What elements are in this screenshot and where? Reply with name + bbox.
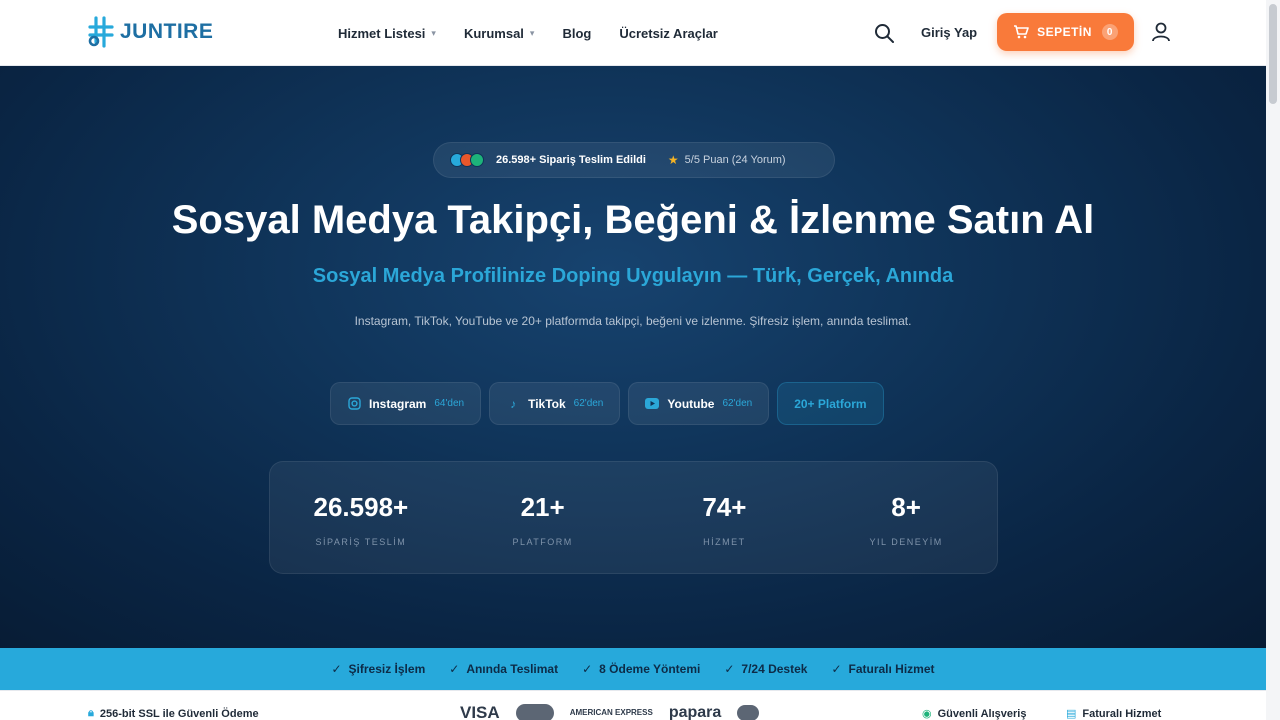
feature-item: ✓ 8 Ödeme Yöntemi bbox=[582, 662, 700, 676]
mastercard-logo bbox=[515, 704, 554, 720]
nav-item-label: Ücretsiz Araçlar bbox=[619, 25, 718, 41]
nav-item-blog[interactable]: Blog bbox=[562, 26, 591, 41]
hero-title: Sosyal Medya Takipçi, Beğeni & İzlenme S… bbox=[171, 198, 1095, 242]
stat-value: 8+ bbox=[891, 492, 921, 522]
platform-button-youtube[interactable]: Youtube 62'den bbox=[628, 382, 770, 425]
hero-section: 26.598+ Sipariş Teslim Edildi ★ 5/5 Puan… bbox=[0, 66, 1266, 648]
platform-count: 62'den bbox=[573, 398, 604, 409]
trust-bar: 🔒︎ 256-bit SSL ile Güvenli Ödeme VISA AM… bbox=[0, 690, 1266, 720]
invoiced-service: ▤ Faturalı Hizmet bbox=[1066, 707, 1161, 720]
platform-count: 62'den bbox=[722, 398, 753, 409]
feature-strip: ✓ Şifresiz İşlem ✓ Anında Teslimat ✓ 8 Ö… bbox=[0, 648, 1266, 690]
feature-item: ✓ Şifresiz İşlem bbox=[331, 662, 425, 676]
platform-count: 64'den bbox=[434, 398, 465, 409]
rating-text: 5/5 Puan (24 Yorum) bbox=[684, 154, 786, 166]
feature-label: Şifresiz İşlem bbox=[348, 662, 426, 676]
instagram-icon bbox=[347, 397, 361, 411]
nav-item-label: Kurumsal bbox=[463, 25, 524, 41]
invoiced-service-text: Faturalı Hizmet bbox=[1082, 707, 1162, 720]
logo[interactable]: JUNTIRE bbox=[86, 16, 213, 48]
feature-label: 7/24 Destek bbox=[741, 662, 808, 676]
secure-shopping-text: Güvenli Alışveriş bbox=[937, 707, 1027, 720]
stat-label: PLATFORM bbox=[512, 537, 573, 547]
main-nav: Hizmet Listesi ▾ Kurumsal ▾ Blog Ücretsi… bbox=[338, 0, 746, 66]
chevron-down-icon: ▾ bbox=[529, 27, 535, 38]
stats-panel: 26.598+ SİPARİŞ TESLİM 21+ PLATFORM 74+ … bbox=[269, 461, 998, 574]
feature-item: ✓ Anında Teslimat bbox=[449, 662, 558, 676]
brand-name: JUNTIRE bbox=[120, 20, 214, 43]
amex-logo: AMERICAN EXPRESS bbox=[569, 708, 653, 717]
nav-item-hizmet-listesi[interactable]: Hizmet Listesi ▾ bbox=[338, 26, 436, 41]
papara-logo: papara bbox=[668, 704, 722, 720]
nav-item-ucretsiz-araclar[interactable]: Ücretsiz Araçlar bbox=[619, 26, 718, 41]
platform-name: TikTok bbox=[528, 396, 566, 411]
payment-logos: VISA AMERICAN EXPRESS papara bbox=[460, 703, 775, 720]
feature-label: Anında Teslimat bbox=[466, 662, 559, 676]
feature-label: Faturalı Hizmet bbox=[848, 662, 935, 676]
star-icon: ★ bbox=[667, 153, 679, 167]
trust-badge: 26.598+ Sipariş Teslim Edildi ★ 5/5 Puan… bbox=[433, 142, 835, 178]
logo-icon bbox=[88, 16, 114, 48]
stat-label: HİZMET bbox=[703, 537, 746, 547]
stat-item: 8+ YIL DENEYİM bbox=[815, 462, 997, 573]
feature-label: 8 Ödeme Yöntemi bbox=[599, 662, 701, 676]
stat-value: 21+ bbox=[520, 492, 565, 522]
platform-dots bbox=[450, 153, 484, 167]
platform-name: Instagram bbox=[369, 396, 427, 411]
document-icon: ▤ bbox=[1066, 708, 1077, 720]
more-platforms-button[interactable]: 20+ Platform bbox=[777, 382, 884, 425]
payment-logo bbox=[737, 705, 760, 720]
orders-delivered-text: 26.598+ Sipariş Teslim Edildi bbox=[496, 154, 646, 166]
stat-value: 26.598+ bbox=[313, 492, 409, 522]
site-header: JUNTIRE Hizmet Listesi ▾ Kurumsal ▾ Blog… bbox=[0, 0, 1266, 66]
shield-icon: ◉ bbox=[922, 708, 932, 720]
visa-logo: VISA bbox=[460, 703, 500, 720]
stat-label: SİPARİŞ TESLİM bbox=[315, 537, 407, 547]
hero-subtitle: Sosyal Medya Profilinize Doping Uygulayı… bbox=[312, 265, 954, 287]
stat-item: 21+ PLATFORM bbox=[452, 462, 634, 573]
login-link[interactable]: Giriş Yap bbox=[921, 25, 977, 40]
check-icon: ✓ bbox=[724, 662, 735, 676]
lock-icon: 🔒︎ bbox=[88, 707, 94, 719]
stat-item: 26.598+ SİPARİŞ TESLİM bbox=[270, 462, 452, 573]
youtube-icon bbox=[645, 397, 660, 411]
check-icon: ✓ bbox=[582, 662, 593, 676]
cart-count-badge: 0 bbox=[1101, 24, 1118, 40]
nav-item-kurumsal[interactable]: Kurumsal ▾ bbox=[464, 26, 535, 41]
cart-label: SEPETİN bbox=[1037, 25, 1092, 39]
stat-value: 74+ bbox=[702, 492, 747, 522]
check-icon: ✓ bbox=[449, 662, 460, 676]
ssl-notice: 🔒︎ 256-bit SSL ile Güvenli Ödeme bbox=[88, 707, 259, 720]
platform-name: Youtube bbox=[667, 396, 715, 411]
platform-button-tiktok[interactable]: ♪ TikTok 62'den bbox=[489, 382, 621, 425]
tiktok-icon: ♪ bbox=[510, 396, 517, 411]
secure-shopping: ◉ Güvenli Alışveriş bbox=[922, 707, 1026, 720]
chevron-down-icon: ▾ bbox=[431, 27, 436, 38]
feature-item: ✓ Faturalı Hizmet bbox=[831, 662, 934, 676]
hero-description: Instagram, TikTok, YouTube ve 20+ platfo… bbox=[354, 314, 912, 328]
user-icon[interactable] bbox=[1150, 21, 1172, 43]
stat-item: 74+ HİZMET bbox=[634, 462, 816, 573]
more-platforms-label: 20+ Platform bbox=[794, 396, 867, 411]
platform-button-instagram[interactable]: Instagram 64'den bbox=[330, 382, 482, 425]
stat-label: YIL DENEYİM bbox=[869, 537, 943, 547]
feature-item: ✓ 7/24 Destek bbox=[724, 662, 807, 676]
cart-icon bbox=[1014, 25, 1029, 39]
platform-buttons: Instagram 64'den ♪ TikTok 62'den Youtube… bbox=[330, 382, 892, 425]
search-icon[interactable] bbox=[873, 22, 895, 44]
check-icon: ✓ bbox=[331, 662, 342, 676]
page-scrollbar[interactable] bbox=[1266, 0, 1280, 720]
check-icon: ✓ bbox=[831, 662, 842, 676]
ssl-text: 256-bit SSL ile Güvenli Ödeme bbox=[99, 707, 259, 720]
nav-item-label: Hizmet Listesi bbox=[338, 25, 426, 41]
scrollbar-thumb[interactable] bbox=[1269, 4, 1277, 104]
cart-button[interactable]: SEPETİN 0 bbox=[997, 13, 1134, 51]
nav-item-label: Blog bbox=[562, 25, 592, 41]
platform-dot bbox=[470, 153, 484, 167]
